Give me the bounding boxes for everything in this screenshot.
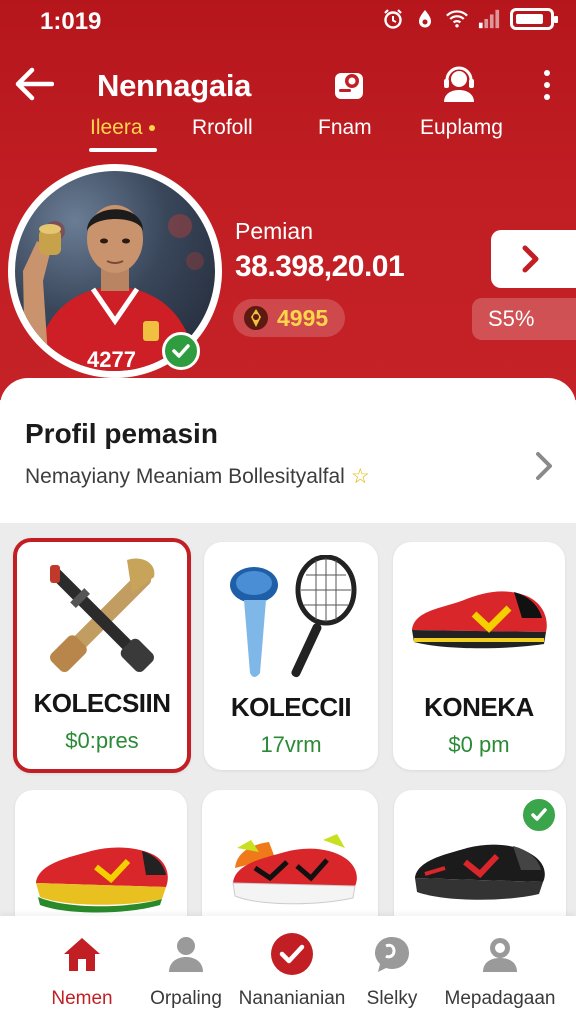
nav-label: Mepadagaan	[444, 988, 556, 1009]
battery-icon	[510, 8, 558, 30]
profile-subtitle-text: Nemayiany Meaniam Bollesityalfal	[25, 465, 345, 488]
active-dot-icon	[148, 125, 155, 132]
tab-rrofoll[interactable]: Rrofoll	[192, 116, 253, 140]
page-title: Nennagaia	[97, 68, 252, 103]
nav-label: Orpaling	[150, 988, 222, 1009]
profile-card[interactable]: Profil pemasin Nemayiany Meaniam Bollesi…	[0, 378, 576, 523]
tab-label: Ileera	[90, 116, 143, 139]
nav-item-nananianian[interactable]: Nananianian	[232, 916, 352, 1024]
product-name: KOLECSIIN	[33, 688, 171, 718]
jersey-number: 4277	[87, 347, 136, 371]
product-name: KONEKA	[424, 692, 534, 722]
chevron-right-icon	[522, 245, 539, 273]
nav-label: Slelky	[366, 988, 418, 1009]
coin-balance: 4995	[233, 299, 345, 337]
tab-bar: Ileera Rrofoll Fnam Euplamg	[0, 116, 576, 156]
tab-ileera[interactable]: Ileera	[90, 116, 155, 140]
profile-card-button[interactable]	[326, 62, 372, 108]
signal-icon	[478, 8, 500, 30]
next-button[interactable]	[491, 230, 576, 288]
star-icon: ☆	[350, 465, 370, 488]
player-value: 38.398,20.01	[235, 250, 405, 283]
active-tab-indicator	[89, 148, 157, 152]
profile-card-icon	[335, 73, 363, 99]
status-icons	[382, 8, 558, 30]
chevron-right-icon	[536, 452, 552, 480]
support-button[interactable]	[436, 62, 482, 108]
player-value-label: Pemian	[235, 218, 313, 244]
product-card[interactable]: KOLECCII 17vrm	[204, 542, 378, 770]
nav-item-nemen[interactable]: Nemen	[34, 916, 130, 1024]
home-icon	[60, 932, 104, 976]
more-options-button[interactable]	[532, 64, 562, 106]
verified-badge	[162, 332, 200, 370]
check-icon	[531, 808, 547, 821]
racket-and-cup-icon	[204, 552, 378, 687]
person-icon	[164, 932, 208, 976]
account-icon	[478, 932, 522, 976]
profile-card-title: Profil pemasin	[25, 418, 218, 449]
crossed-bats-icon	[17, 552, 187, 687]
arrow-left-icon	[15, 67, 54, 101]
wifi-icon	[446, 8, 468, 30]
data-saver-icon	[414, 8, 436, 30]
percent-badge: S5%	[472, 298, 576, 340]
support-agent-icon	[444, 66, 474, 102]
nav-label: Nemen	[51, 988, 113, 1009]
status-time: 1:019	[40, 8, 102, 35]
chat-bubble-icon	[370, 932, 414, 976]
coin-value: 4995	[277, 304, 329, 331]
status-bar: 1:019	[0, 0, 576, 42]
red-shoe-icon	[393, 552, 565, 687]
nav-label: Nananianian	[238, 988, 346, 1009]
nav-item-mepadagaan[interactable]: Mepadagaan	[440, 916, 560, 1024]
product-name: KOLECCII	[230, 692, 352, 722]
nav-item-orpaling[interactable]: Orpaling	[138, 916, 234, 1024]
product-price: 17vrm	[260, 732, 322, 757]
product-price: $0 pm	[448, 732, 510, 757]
product-grid: KOLECSIIN $0:pres KOLECCII 17vrm KONEKA …	[0, 523, 576, 950]
tab-euplamg[interactable]: Euplamg	[420, 116, 503, 140]
product-price: $0:pres	[65, 728, 139, 753]
check-icon	[172, 344, 190, 358]
product-card[interactable]: KONEKA $0 pm	[393, 542, 565, 770]
selected-check-badge	[520, 796, 558, 834]
top-app-bar: Nennagaia	[0, 50, 576, 120]
product-card[interactable]: KOLECSIIN $0:pres	[13, 538, 191, 773]
alarm-icon	[382, 8, 404, 30]
more-icon	[544, 70, 550, 76]
coin-icon	[244, 306, 268, 330]
profile-header: 1:019 Nennagaia Ileera Rrofoll Fnam Eupl…	[0, 0, 576, 400]
nav-item-slelky[interactable]: Slelky	[344, 916, 440, 1024]
profile-card-subtitle: Nemayiany Meaniam Bollesityalfal ☆	[25, 464, 370, 489]
check-circle-icon	[270, 932, 314, 976]
bottom-navigation: Nemen Orpaling Nananianian Slelky Mepada…	[0, 916, 576, 1024]
battery-level	[516, 14, 543, 24]
back-button[interactable]	[12, 62, 56, 106]
tab-fnam[interactable]: Fnam	[318, 116, 372, 140]
